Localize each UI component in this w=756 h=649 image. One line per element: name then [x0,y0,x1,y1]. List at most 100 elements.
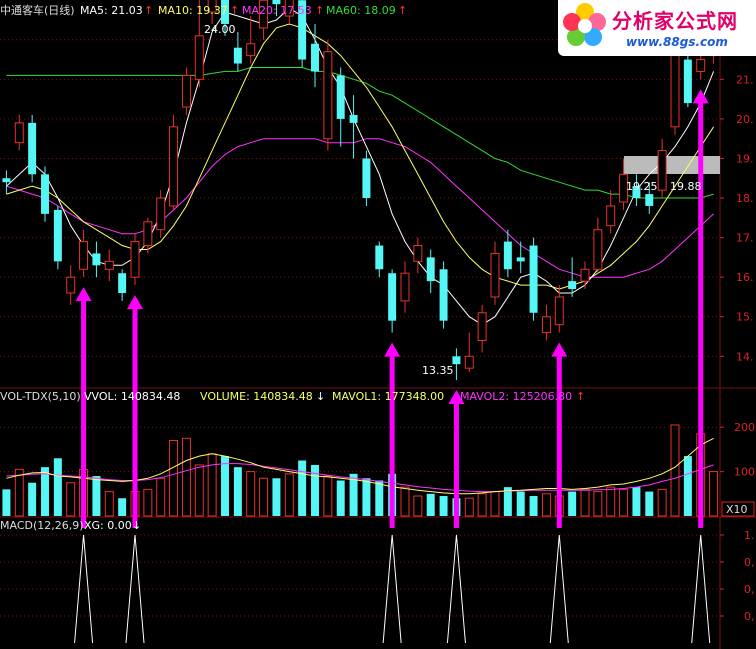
volume-bar-up [464,497,474,517]
candle-body-down [2,178,11,183]
ma10-line [6,23,715,290]
volume-bar-down [92,476,101,516]
price-tick-label: 16. [736,271,754,284]
stock-chart: 22.21.20.19.18.17.16.15.14.2001001.0,0,0… [0,0,756,649]
signal-arrow-shaft [698,101,704,528]
candle-body-up [194,35,204,80]
candle-body-down [53,209,62,262]
candle-body-up [554,296,564,326]
volume-bar-down [2,489,11,516]
volume-tick-label: 100 [734,466,755,479]
volume-bar-up [580,488,590,517]
xg-tick-label: 0, [744,583,755,596]
volume-unit-label: X10 [726,503,748,516]
volume-bar-up [104,491,114,517]
candle-body-up [156,197,166,231]
axis-tick-layer: 22.21.20.19.18.17.16.15.14.2001001.0,0,0… [720,34,755,623]
signal-arrow-shaft [81,299,87,528]
candle-body-down [503,241,512,270]
stock-name: 中通客车(日线) [0,3,75,17]
candle-body-up [696,59,706,72]
volume-bar-up [490,491,500,517]
mavol2-up-arrow: ↑ [576,390,585,403]
price-tick-label: 17. [736,232,754,245]
candle-body-down [439,269,448,321]
candle-body-up [477,312,487,341]
volume-bar-down [568,491,577,516]
candle-body-up [246,43,256,57]
candle-body-up [181,74,191,108]
volume-bar-up [541,493,551,517]
price-tick-label: 21. [736,73,754,86]
cursor-price-readout: 19.88 [670,180,702,193]
ma10-label: MA10: 19.37 [158,4,228,17]
volume-bar-up [477,493,487,517]
volume-bar-up [619,488,629,517]
candle-body-up [130,241,140,278]
volume-down-arrow: ↓ [316,390,325,403]
candle-body-down [516,257,525,262]
candle-body-down [529,245,538,313]
signal-arrow-head [384,342,401,357]
candle-body-down [41,174,49,214]
volume-bar-up [284,473,294,517]
xg-signal-spike [74,534,94,644]
volume-bar-down [118,498,127,516]
volume-bar-up [400,486,410,517]
price-tick-label: 19. [736,152,754,165]
volume-bar-down [362,478,371,516]
candle-body-up [169,126,179,207]
candle-body-down [388,273,397,321]
candle-body-up [14,122,24,144]
cursor-highlight-box [624,156,720,174]
volume-bar-down [426,493,435,516]
volume-bar-up [207,453,217,517]
volume-bar-up [413,495,423,517]
candle-body-down [311,43,319,72]
price-tick-label: 15. [736,311,754,324]
signal-arrow-head [127,295,143,310]
volume-bar-up [709,471,719,517]
volume-bar-up [593,491,603,517]
candle-body-down [349,114,358,123]
candle-body-down [92,253,101,266]
ma5-up-arrow: ↑ [144,4,153,17]
candle-body-up [400,272,410,302]
candle-body-down [375,245,384,270]
candle-body-up [593,229,603,270]
volume-bar-up [606,486,616,517]
candle-body-down [118,273,127,293]
signal-arrow-head [75,287,92,302]
volume-bar-down [632,487,641,516]
volume-bar-up [66,482,76,517]
candle-body-up [464,355,474,369]
xg-down-arrow: ↓ [132,519,141,532]
volume-bar-up [670,424,680,517]
volume-bar-up [156,477,166,517]
volume-bar-up [169,440,179,517]
volume-bar-down [683,456,692,516]
ma10-up-arrow: ↑ [230,4,239,17]
volume-bar-up [143,488,153,517]
ma5-label: MA5: 21.03 [80,4,143,17]
candle-body-up [104,260,114,270]
volume-bar-down [272,478,281,516]
volume-bar-up [259,477,269,517]
ma20-up-arrow: ↑ [315,4,324,17]
candle-body-up [323,51,333,140]
candle-body-up [541,316,551,334]
candle-body-down [645,194,654,206]
candle-body-down [568,281,577,290]
xg-tick-label: 0, [744,610,755,623]
volume-tick-label: 200 [734,421,755,434]
candlestick-layer [2,0,719,381]
price-tick-label: 20. [736,113,754,126]
candle-body-up [143,221,153,247]
candle-body-down [233,47,242,64]
signal-arrow-shaft [389,354,395,528]
candle-body-down [452,356,461,365]
volume-bar-down [375,480,384,516]
volume-bar-down [28,482,37,516]
candle-body-up [606,205,616,227]
low-price-label: 13.35 [422,364,454,377]
